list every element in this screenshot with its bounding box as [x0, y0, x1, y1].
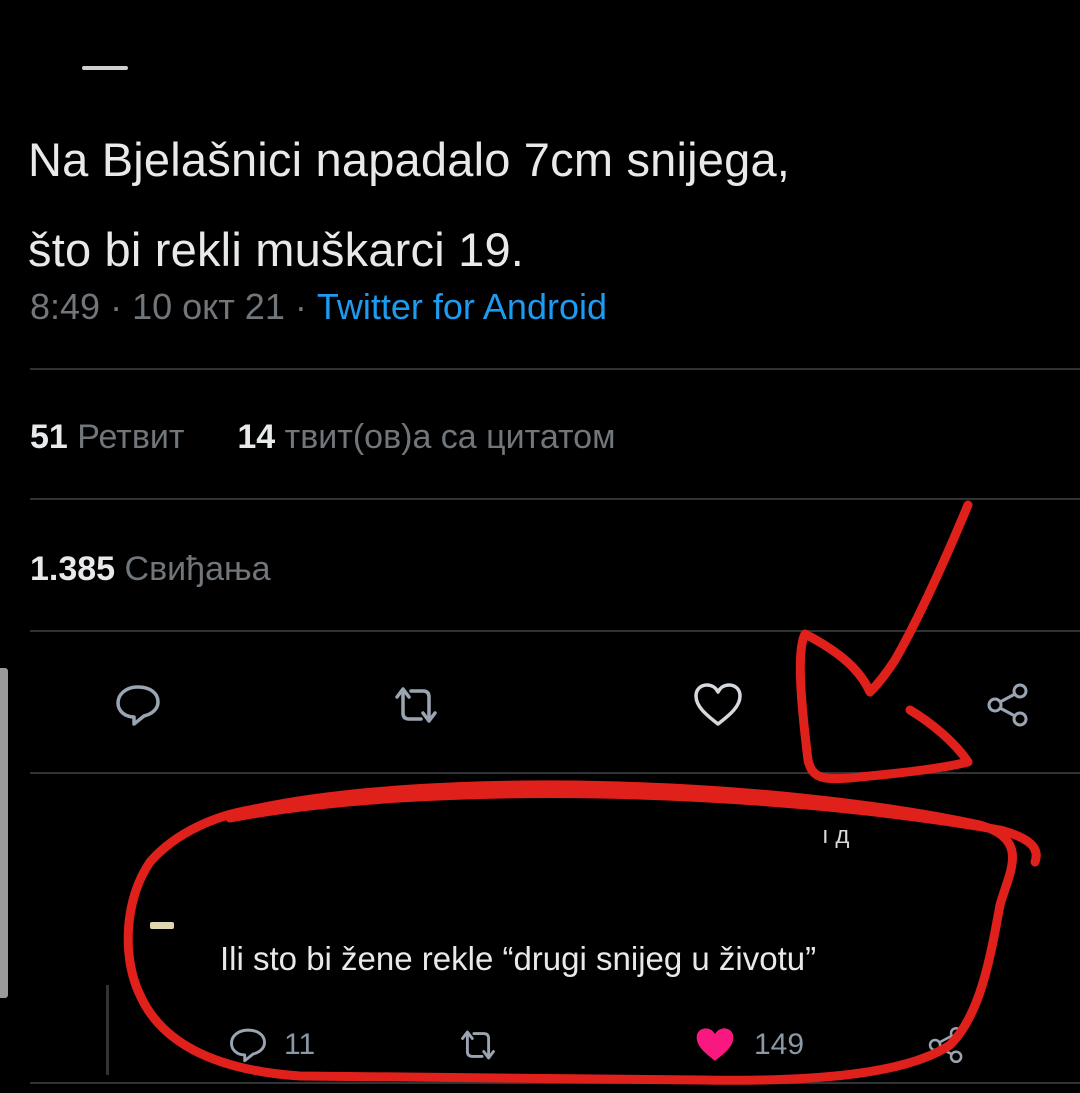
- reply-text: Ili sto bi žene rekle “drugi snijeg u ži…: [220, 940, 817, 977]
- reply-header-fragment: ı д: [822, 822, 850, 849]
- like-icon: [694, 683, 742, 726]
- avatar-fragment: [150, 922, 174, 929]
- like-button[interactable]: [688, 675, 748, 735]
- retweets-count: 51: [30, 418, 68, 456]
- retweet-icon: [461, 1030, 495, 1060]
- reply-like-count: 149: [754, 1028, 805, 1061]
- divider: [30, 630, 1080, 632]
- tweet-text-line-2: što bi rekli muškarci 19.: [28, 223, 525, 276]
- retweets-label: Ретвит: [77, 418, 185, 456]
- like-filled-icon: [696, 1028, 734, 1061]
- reply-icon: [230, 1028, 266, 1063]
- reply-button[interactable]: [108, 675, 168, 735]
- red-ellipse-overlap: [225, 789, 1041, 867]
- retweet-icon: [395, 687, 437, 723]
- reply-reply-button[interactable]: 11: [228, 1025, 315, 1065]
- likes-label: Свиђања: [124, 550, 271, 588]
- divider: [30, 1082, 1080, 1084]
- likes-stats[interactable]: 1.385 Свиђања: [30, 550, 271, 589]
- meta-separator: ·: [294, 286, 317, 327]
- meta-separator: ·: [110, 286, 133, 327]
- quotes-label: твит(ов)а са цитатом: [284, 418, 616, 456]
- divider: [30, 368, 1080, 370]
- retweet-stats[interactable]: 51 Ретвит 14 твит(ов)а са цитатом: [30, 418, 615, 457]
- reply-share-button[interactable]: [925, 1025, 967, 1065]
- quotes-count: 14: [237, 418, 276, 456]
- tweet-text-line-1: Na Bjelašnici napadalo 7cm snijega,: [28, 133, 791, 186]
- reply-icon: [116, 685, 160, 726]
- tweet-time: 8:49: [30, 286, 101, 327]
- share-icon: [928, 1026, 963, 1064]
- thread-line: [106, 985, 109, 1075]
- red-arrow-mark: [795, 500, 973, 784]
- left-edge-bar: [0, 668, 8, 998]
- share-icon: [987, 683, 1028, 727]
- retweet-button[interactable]: [386, 675, 446, 735]
- reply-retweet-button[interactable]: [456, 1025, 500, 1065]
- reply-like-button[interactable]: 149: [692, 1025, 804, 1065]
- top-dash: [82, 66, 128, 70]
- reply-reply-count: 11: [284, 1028, 316, 1061]
- tweet-text: Na Bjelašnici napadalo 7cm snijega, što …: [28, 115, 1068, 295]
- tweet-source-link[interactable]: Twitter for Android: [317, 286, 607, 327]
- tweet-meta: 8:49 · 10 окт 21 · Twitter for Android: [30, 286, 607, 328]
- divider: [30, 498, 1080, 500]
- likes-count: 1.385: [30, 550, 116, 588]
- divider: [30, 772, 1080, 774]
- tweet-date: 10 окт 21: [132, 286, 285, 327]
- share-button[interactable]: [978, 675, 1038, 735]
